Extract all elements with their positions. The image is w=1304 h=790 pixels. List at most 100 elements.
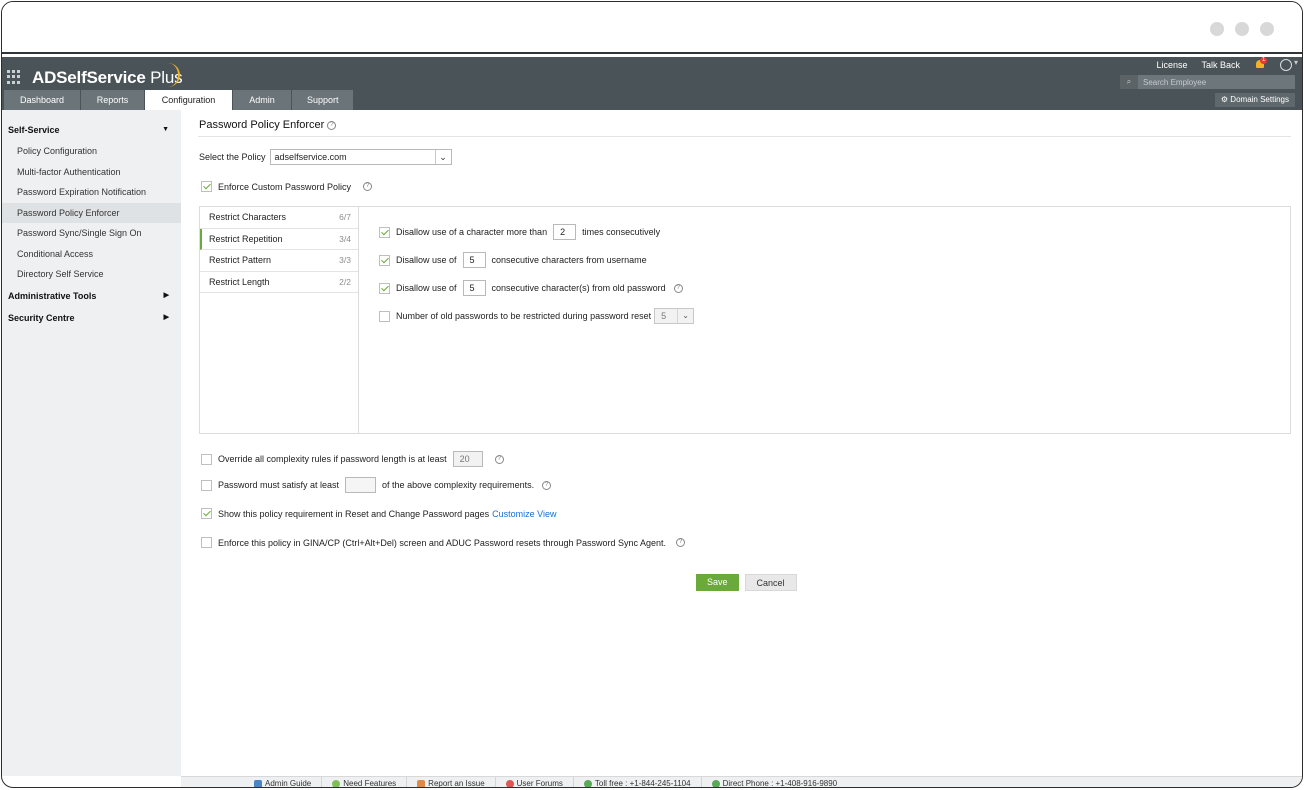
vtab-label: Restrict Pattern — [209, 255, 272, 265]
rule-checkbox[interactable] — [379, 310, 390, 322]
tab-reports[interactable]: Reports — [81, 90, 144, 110]
vtab-count: 6/7 — [339, 212, 351, 222]
footer-toll-free: Toll free : +1-844-245-1104 — [574, 777, 702, 787]
footer-need-features[interactable]: Need Features — [322, 777, 408, 787]
tab-support[interactable]: Support — [292, 90, 353, 110]
vtab-restrict-length[interactable]: Restrict Length 2/2 — [200, 271, 358, 293]
tab-dashboard[interactable]: Dashboard — [4, 90, 80, 110]
help-icon[interactable]: ? — [542, 480, 552, 490]
employee-search: ⌕ — [1120, 75, 1295, 89]
tab-configuration[interactable]: Configuration — [145, 90, 232, 110]
sidebar-item-password-policy-enforcer[interactable]: Password Policy Enforcer — [2, 202, 181, 223]
policy-rules-panel: Restrict Characters 6/7 Restrict Repetit… — [199, 206, 1291, 434]
window-dot-icon[interactable] — [1235, 22, 1249, 36]
help-icon[interactable]: ? — [327, 120, 337, 130]
talk-back-link[interactable]: Talk Back — [1201, 60, 1240, 70]
enforce-custom-policy-label: Enforce Custom Password Policy — [218, 181, 352, 192]
help-icon[interactable]: ? — [676, 538, 686, 547]
help-icon[interactable]: ? — [363, 182, 373, 191]
report-icon — [417, 780, 426, 787]
tab-admin[interactable]: Admin — [233, 90, 291, 110]
app-grid-icon[interactable] — [7, 70, 21, 84]
footer-label: Direct Phone : +1-408-916-9890 — [722, 779, 838, 788]
sidebar-item-directory-self-service[interactable]: Directory Self Service — [2, 264, 181, 285]
caret-down-icon: ▼ — [162, 126, 169, 133]
show-policy-checkbox[interactable] — [201, 508, 212, 519]
cancel-button[interactable]: Cancel — [744, 574, 797, 591]
vtab-label: Restrict Length — [209, 276, 270, 287]
footer-user-forums[interactable]: User Forums — [496, 777, 574, 787]
old-password-chars-input[interactable]: 5 — [462, 280, 486, 296]
help-icon[interactable]: ? — [673, 283, 683, 293]
sidebar-item-password-expiration[interactable]: Password Expiration Notification — [2, 182, 181, 203]
select-value: 5 — [661, 311, 667, 321]
show-policy-label: Show this policy requirement in Reset an… — [218, 508, 490, 519]
form-actions: Save Cancel — [696, 574, 797, 591]
gear-icon: ⚙ — [1220, 95, 1229, 104]
rule-checkbox[interactable] — [379, 226, 390, 238]
save-button[interactable]: Save — [696, 574, 739, 591]
override-complexity-checkbox[interactable] — [201, 453, 212, 465]
sidebar-item-conditional-access[interactable]: Conditional Access — [2, 244, 181, 265]
search-icon[interactable]: ⌕ — [1120, 75, 1138, 89]
sidebar-section-label: Self-Service — [8, 125, 60, 135]
footer-direct-phone: Direct Phone : +1-408-916-9890 — [702, 777, 848, 788]
sidebar: Self-Service ▼ Policy Configuration Mult… — [2, 110, 181, 776]
override-length-input[interactable]: 20 — [452, 451, 483, 467]
notification-bell-icon[interactable]: 1 — [1254, 57, 1268, 71]
rule-checkbox[interactable] — [379, 282, 390, 294]
sidebar-item-policy-configuration[interactable]: Policy Configuration — [2, 141, 181, 162]
page-title: Password Policy Enforcer ? — [199, 119, 337, 131]
rule-checkbox[interactable] — [379, 254, 390, 266]
footer-label: Admin Guide — [265, 779, 312, 788]
satisfy-requirements-label: Password must satisfy at least — [218, 480, 340, 490]
vtab-count: 3/4 — [339, 233, 351, 244]
sidebar-section-label: Security Centre — [8, 312, 75, 323]
footer-label: Report an Issue — [428, 779, 485, 788]
rule-label: Disallow use of a character more than — [396, 227, 548, 237]
vtab-label: Restrict Characters — [209, 212, 287, 222]
sidebar-section-security-centre[interactable]: Security Centre ▶ — [2, 307, 181, 329]
window-controls — [1210, 22, 1274, 36]
employee-search-input[interactable] — [1138, 77, 1288, 87]
vtab-restrict-characters[interactable]: Restrict Characters 6/7 — [200, 207, 358, 229]
customize-view-link[interactable]: Customize View — [492, 509, 556, 519]
satisfy-requirements-checkbox[interactable] — [201, 479, 212, 491]
rule-label: Disallow use of — [396, 283, 457, 293]
help-icon[interactable]: ? — [494, 454, 504, 464]
vtab-restrict-repetition[interactable]: Restrict Repetition 3/4 — [200, 228, 358, 250]
enforce-custom-policy-checkbox[interactable] — [201, 181, 212, 192]
rule-consecutive-chars: Disallow use of a character more than 2 … — [379, 224, 660, 240]
vtab-restrict-pattern[interactable]: Restrict Pattern 3/3 — [200, 250, 358, 272]
rule-label: Disallow use of — [396, 255, 457, 265]
notification-badge: 1 — [1260, 57, 1268, 64]
user-account-icon[interactable] — [1280, 58, 1298, 71]
username-chars-input[interactable]: 5 — [462, 252, 486, 268]
old-passwords-count-select[interactable]: 5 ⌄ — [654, 308, 695, 324]
domain-settings-button[interactable]: ⚙ Domain Settings — [1214, 93, 1295, 107]
divider — [198, 136, 1291, 137]
select-policy-label: Select the Policy — [199, 152, 266, 162]
footer-bar: Admin Guide Need Features Report an Issu… — [181, 776, 1302, 788]
window-dot-icon[interactable] — [1210, 22, 1224, 36]
sidebar-section-self-service[interactable]: Self-Service ▼ — [2, 119, 181, 141]
policy-select[interactable]: adselfservice.com ⌄ — [269, 149, 452, 165]
footer-report-issue[interactable]: Report an Issue — [407, 777, 496, 788]
policy-selector: Select the Policy adselfservice.com ⌄ — [199, 149, 452, 165]
license-link[interactable]: License — [1156, 60, 1187, 70]
satisfy-count-input[interactable] — [345, 477, 377, 493]
consecutive-count-input[interactable]: 2 — [553, 224, 577, 240]
sidebar-item-mfa[interactable]: Multi-factor Authentication — [2, 162, 181, 183]
gear-icon — [332, 780, 341, 787]
phone-icon — [583, 780, 592, 787]
sidebar-section-administrative-tools[interactable]: Administrative Tools ▶ — [2, 285, 181, 307]
gina-enforce-checkbox[interactable] — [201, 537, 212, 548]
show-policy-row: Show this policy requirement in Reset an… — [201, 508, 557, 519]
chevron-down-icon: ⌄ — [434, 150, 451, 164]
footer-admin-guide[interactable]: Admin Guide — [244, 777, 323, 788]
caret-right-icon: ▶ — [163, 313, 169, 321]
rule-label-suffix: times consecutively — [582, 227, 661, 237]
gina-enforce-row: Enforce this policy in GINA/CP (Ctrl+Alt… — [201, 537, 686, 548]
sidebar-item-password-sync[interactable]: Password Sync/Single Sign On — [2, 223, 181, 244]
window-dot-icon[interactable] — [1260, 22, 1274, 36]
